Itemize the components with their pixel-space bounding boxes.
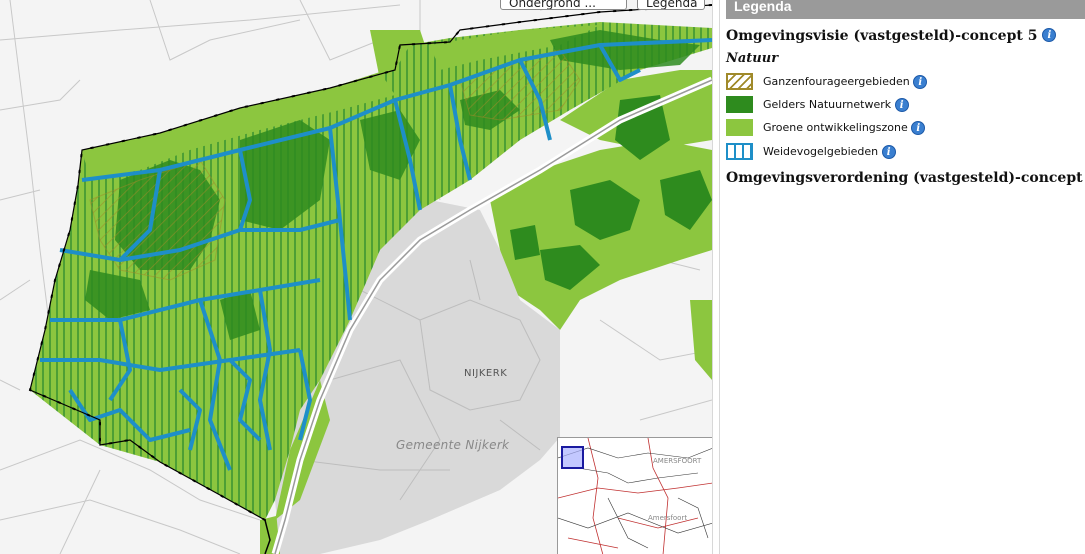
info-icon[interactable]: i xyxy=(894,98,909,112)
overview-map-canvas[interactable]: AMERSFOORT Amersfoort xyxy=(558,438,712,554)
overview-viewport[interactable] xyxy=(561,446,584,469)
layer-title-omgevingsvisie: Omgevingsvisie (vastgesteld)-concept 5 i xyxy=(726,28,1057,44)
town-label: NIJKERK xyxy=(464,368,508,379)
solid-swatch xyxy=(726,96,753,113)
info-icon[interactable]: i xyxy=(911,121,926,135)
layer-title-omgevingsverordening: Omgevingsverordening (vastgesteld)-conce… xyxy=(726,170,1085,186)
overview-label-2: Amersfoort xyxy=(648,514,687,522)
legend-item-label: Gelders Natuurnetwerk xyxy=(763,98,892,111)
info-icon[interactable]: i xyxy=(881,145,896,159)
info-icon[interactable]: i xyxy=(913,75,928,89)
striped-swatch xyxy=(726,143,753,160)
legend-panel: Legenda Omgevingsvisie (vastgesteld)-con… xyxy=(720,0,1085,554)
map-viewer[interactable]: Ondergrond ... Legenda NIJKERK Gemeente … xyxy=(0,0,712,554)
legend-header: Legenda xyxy=(726,0,1085,19)
layer-title-text: Omgevingsverordening (vastgesteld)-conce… xyxy=(726,170,1085,186)
municipality-label: Gemeente Nijkerk xyxy=(396,438,510,452)
legend-item-label: Ganzenfourageergebieden xyxy=(763,75,910,88)
info-icon[interactable]: i xyxy=(1042,28,1057,42)
hatch-swatch xyxy=(726,73,753,90)
legend-toggle-button[interactable]: Legenda xyxy=(637,0,705,10)
layer-title-text: Omgevingsvisie (vastgesteld)-concept 5 xyxy=(726,28,1038,44)
overview-map[interactable]: AMERSFOORT Amersfoort xyxy=(557,437,712,554)
underground-select-button[interactable]: Ondergrond ... xyxy=(500,0,627,10)
section-natuur: Natuur xyxy=(726,51,779,66)
overview-label-1: AMERSFOORT xyxy=(653,457,702,465)
legend-item-label: Groene ontwikkelingszone xyxy=(763,121,908,134)
legend-item-label: Weidevogelgebieden xyxy=(763,145,879,158)
solid-swatch xyxy=(726,119,753,136)
panel-splitter[interactable] xyxy=(712,0,720,554)
